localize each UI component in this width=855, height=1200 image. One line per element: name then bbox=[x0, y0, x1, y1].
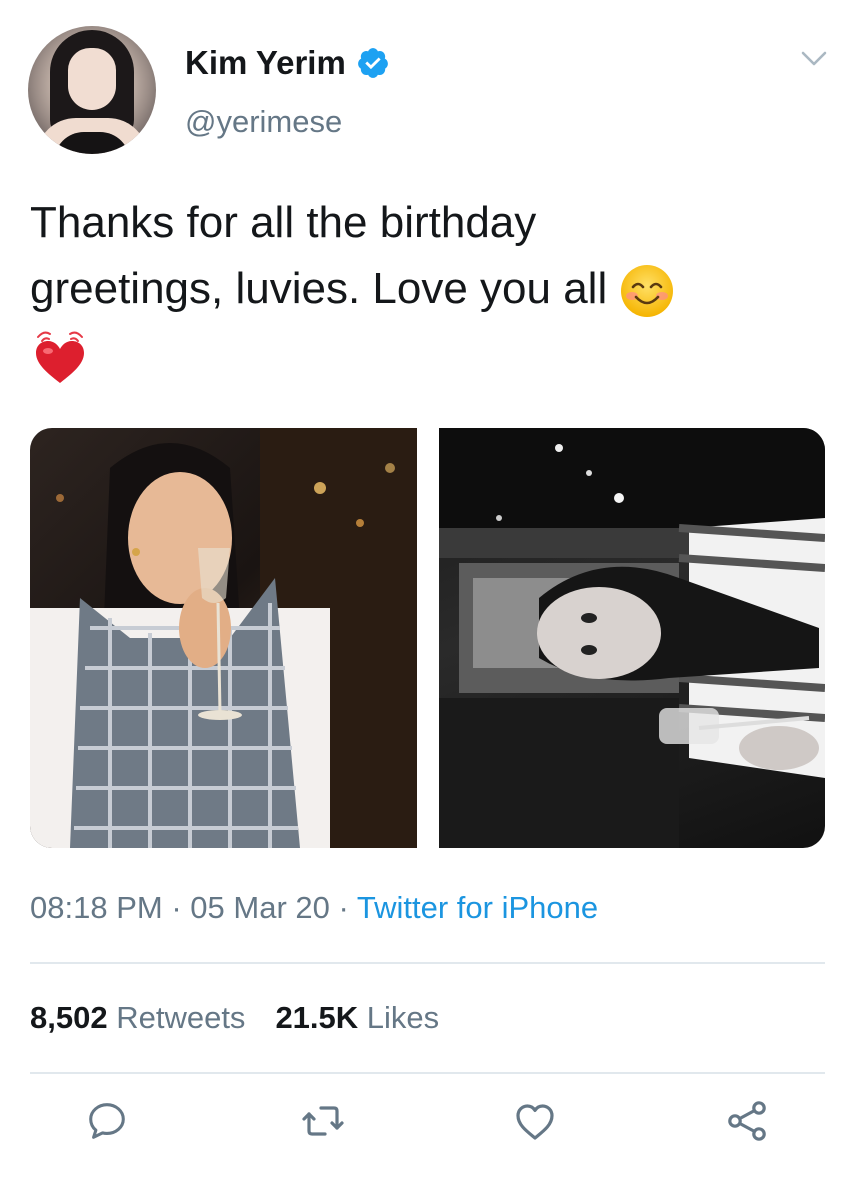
display-name[interactable]: Kim Yerim bbox=[185, 44, 346, 82]
tweet-time: 08:18 PM bbox=[30, 890, 163, 925]
meta-separator: · bbox=[171, 890, 182, 925]
retweets-count: 8,502 bbox=[30, 1000, 108, 1035]
smiling-face-emoji-icon bbox=[621, 265, 674, 318]
divider bbox=[30, 962, 825, 964]
photo-2-image bbox=[439, 428, 825, 848]
tweet-text-line-2: greetings, luvies. Love you all bbox=[30, 256, 820, 322]
author-name-row[interactable]: Kim Yerim bbox=[185, 44, 390, 82]
user-handle[interactable]: @yerimese bbox=[185, 104, 342, 140]
likes-stat[interactable]: 21.5K Likes bbox=[275, 1000, 439, 1036]
meta-separator: · bbox=[338, 890, 349, 925]
retweets-label: Retweets bbox=[116, 1000, 246, 1035]
tweet-media[interactable] bbox=[30, 428, 825, 848]
divider bbox=[30, 1072, 825, 1074]
verified-badge-icon bbox=[357, 48, 388, 78]
tweet-stats: 8,502 Retweets 21.5K Likes bbox=[30, 1000, 439, 1036]
like-icon bbox=[516, 1104, 554, 1140]
heart-emoji-icon bbox=[36, 331, 84, 384]
tweet-text: Thanks for all the birthday greetings, l… bbox=[30, 190, 820, 388]
reply-button[interactable] bbox=[82, 1096, 132, 1146]
tweet-header: Kim Yerim @yerimese bbox=[28, 26, 828, 156]
avatar[interactable] bbox=[28, 26, 156, 154]
share-icon bbox=[728, 1101, 766, 1141]
tweet-text-line-3 bbox=[30, 322, 820, 388]
tweet-actions bbox=[0, 1096, 855, 1156]
like-button[interactable] bbox=[510, 1096, 560, 1146]
reply-icon bbox=[89, 1103, 125, 1139]
likes-count: 21.5K bbox=[275, 1000, 359, 1035]
tweet-date: 05 Mar 20 bbox=[190, 890, 330, 925]
retweet-button[interactable] bbox=[298, 1096, 348, 1146]
share-button[interactable] bbox=[722, 1096, 772, 1146]
photo-1-image bbox=[30, 428, 417, 848]
photo-2[interactable] bbox=[439, 428, 825, 848]
photo-1[interactable] bbox=[30, 428, 417, 848]
tweet-metadata: 08:18 PM · 05 Mar 20 · Twitter for iPhon… bbox=[30, 890, 598, 926]
chevron-down-icon[interactable] bbox=[800, 50, 828, 68]
tweet-text-line-1: Thanks for all the birthday bbox=[30, 198, 537, 247]
retweet-icon bbox=[302, 1106, 344, 1136]
tweet-source-link[interactable]: Twitter for iPhone bbox=[357, 890, 598, 925]
likes-label: Likes bbox=[366, 1000, 440, 1035]
retweets-stat[interactable]: 8,502 Retweets bbox=[30, 1000, 245, 1036]
